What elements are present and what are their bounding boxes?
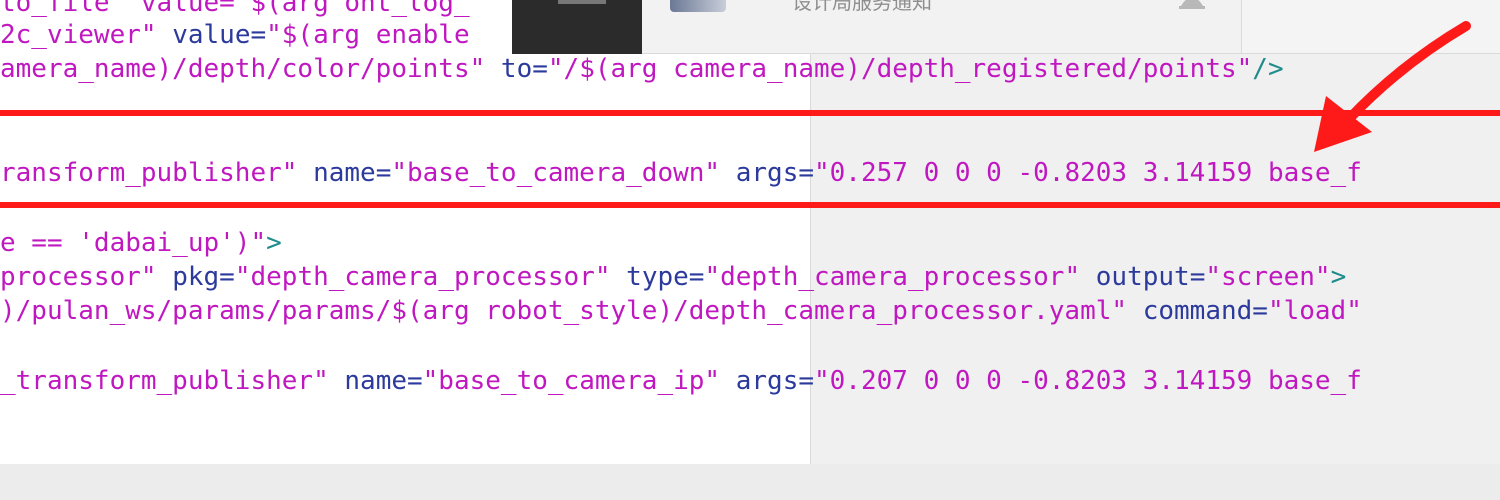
code-token: processor" [0, 262, 157, 292]
notification-avatar [670, 0, 726, 12]
code-line-6[interactable]: processor" pkg="depth_camera_processor" … [0, 260, 1346, 294]
code-token: type= [610, 262, 705, 292]
code-token: "0.257 0 0 0 -0.8203 3.14159 base_f [814, 158, 1362, 188]
code-editor[interactable]: to_file" value="$(arg ont_log_ 2c_viewer… [0, 0, 1500, 500]
code-line-5[interactable]: e == 'dabai_up')"> [0, 226, 282, 260]
code-token: _transform_publisher" [0, 366, 329, 396]
code-token: command= [1127, 296, 1268, 326]
code-token: name= [328, 366, 423, 396]
code-token: > [266, 228, 282, 258]
code-token: to_file" value="$(arg ont_log_ [0, 0, 470, 18]
code-token: name= [297, 158, 392, 188]
highlight-line-bottom [0, 202, 1500, 208]
code-token: )/pulan_ws/params/params/$(arg robot_sty… [0, 296, 1128, 326]
code-token: "depth_camera_processor" [234, 262, 611, 292]
code-line-3[interactable]: amera_name)/depth/color/points" to="/$(a… [0, 52, 1284, 86]
code-token: "base_to_camera_down" [391, 158, 721, 188]
code-token: output= [1080, 262, 1206, 292]
code-token: 2c_viewer" [0, 20, 157, 50]
code-token: /> [1252, 54, 1284, 84]
highlight-line-top [0, 110, 1500, 116]
code-token: > [1330, 262, 1347, 292]
code-line-4[interactable]: ransform_publisher" name="base_to_camera… [0, 156, 1362, 190]
code-token: ransform_publisher" [0, 158, 298, 188]
code-token: "$(arg enable [266, 20, 470, 50]
code-line-8[interactable]: _transform_publisher" name="base_to_came… [0, 364, 1362, 398]
code-token: args= [720, 158, 814, 188]
code-token: value= [156, 20, 267, 50]
code-line-2[interactable]: 2c_viewer" value="$(arg enable [0, 18, 470, 52]
code-token: "/$(arg camera_name)/depth_registered/po… [547, 54, 1253, 84]
bell-icon[interactable] [1177, 0, 1207, 12]
notification-popup[interactable]: 设计局服务通知 [642, 0, 1242, 54]
code-token: "screen" [1205, 262, 1331, 292]
notification-text: 设计局服务通知 [792, 0, 932, 14]
window-edge-dark [512, 0, 642, 54]
red-arrow-annotation [1314, 21, 1471, 152]
code-line-1[interactable]: to_file" value="$(arg ont_log_ [0, 0, 470, 20]
window-bar-indicator [558, 0, 606, 4]
code-token: pkg= [156, 262, 235, 292]
code-line-7[interactable]: )/pulan_ws/params/params/$(arg robot_sty… [0, 294, 1362, 328]
code-token: "0.207 0 0 0 -0.8203 3.14159 base_f [814, 366, 1362, 396]
code-token: "base_to_camera_ip" [422, 366, 721, 396]
code-token: to= [485, 54, 548, 84]
code-token: "depth_camera_processor" [704, 262, 1081, 292]
code-token: args= [720, 366, 814, 396]
code-token: "load" [1267, 296, 1362, 326]
editor-bottom-strip [0, 464, 1500, 500]
code-token: amera_name)/depth/color/points" [0, 54, 486, 84]
code-token: e == 'dabai_up')" [0, 228, 267, 258]
